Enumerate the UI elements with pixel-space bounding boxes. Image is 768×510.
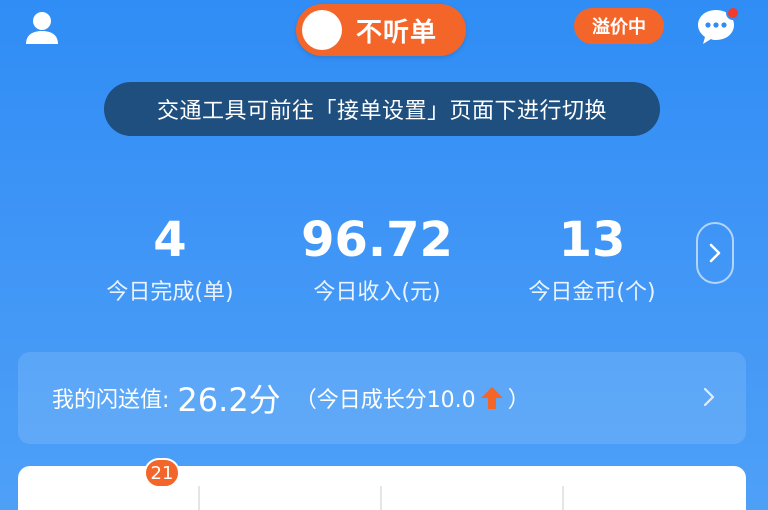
stat-completed-orders[interactable]: 4 今日完成(单): [82, 212, 258, 308]
toggle-label: 不听单: [356, 17, 438, 48]
chevron-right-icon: [703, 387, 715, 407]
stat-label: 今日收入(元): [313, 280, 441, 305]
stat-coins[interactable]: 13 今日金币(个): [506, 212, 678, 308]
stat-label: 今日金币(个): [528, 280, 656, 305]
score-label: 我的闪送值:: [52, 388, 170, 413]
message-icon[interactable]: [696, 6, 740, 46]
stat-value: 13: [558, 212, 626, 268]
stat-value: 4: [153, 212, 187, 268]
notification-dot: [726, 6, 740, 20]
vehicle-switch-tooltip: 交通工具可前往「接单设置」页面下进行切换: [104, 82, 660, 136]
toggle-knob: [302, 10, 342, 50]
stats-more-button[interactable]: [696, 222, 734, 284]
chevron-right-icon: [709, 243, 721, 263]
stat-value: 96.72: [301, 212, 453, 268]
user-profile-icon[interactable]: [22, 8, 62, 48]
premium-badge[interactable]: 溢价中: [574, 8, 664, 44]
flash-score-row[interactable]: 我的闪送值: 26.2分 （今日成长分10.0 ）: [18, 352, 746, 444]
up-arrow-icon: [480, 387, 503, 409]
tab-divider: [562, 486, 564, 510]
growth-suffix: ）: [507, 388, 530, 413]
score-growth: （今日成长分10.0 ）: [295, 382, 530, 414]
score-value: 26.2分: [177, 381, 281, 419]
order-tabs-card: 21: [18, 458, 746, 510]
stat-label: 今日完成(单): [106, 280, 234, 305]
tab-count-badge: 21: [144, 458, 180, 488]
stat-income[interactable]: 96.72 今日收入(元): [290, 212, 464, 308]
tab-divider: [198, 486, 200, 510]
tab-divider: [380, 486, 382, 510]
growth-text: （今日成长分10.0: [294, 388, 476, 413]
listen-order-toggle[interactable]: 不听单: [296, 4, 466, 56]
